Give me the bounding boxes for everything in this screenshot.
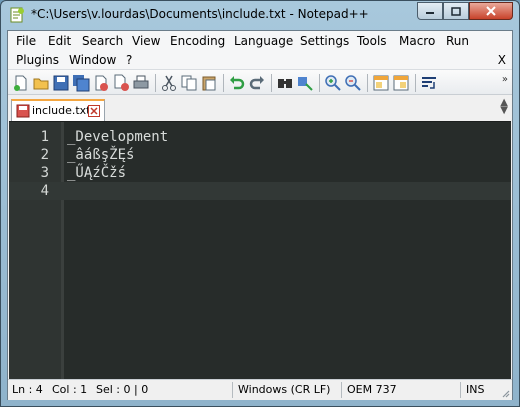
menu-language[interactable]: Language bbox=[234, 34, 293, 48]
menu-help[interactable]: ? bbox=[126, 53, 132, 67]
toolbar-separator bbox=[223, 74, 224, 92]
status-column: Col : 1 bbox=[52, 383, 88, 396]
menu-search[interactable]: Search bbox=[82, 34, 123, 48]
word-wrap-icon[interactable] bbox=[420, 74, 438, 92]
menu-settings[interactable]: Settings bbox=[300, 34, 349, 48]
line-text[interactable]: _âáßşŽĘś bbox=[67, 146, 134, 164]
menu-edit[interactable]: Edit bbox=[48, 34, 71, 48]
line-text[interactable]: _ŰĄźČžś bbox=[67, 164, 126, 182]
sync-vertical-icon[interactable] bbox=[372, 74, 390, 92]
line-number: 4 bbox=[40, 183, 49, 199]
menu-plugins[interactable]: Plugins bbox=[16, 53, 59, 67]
copy-icon[interactable] bbox=[180, 74, 198, 92]
new-file-icon[interactable] bbox=[12, 74, 30, 92]
maximize-icon bbox=[451, 6, 461, 16]
window-controls bbox=[417, 2, 513, 20]
status-encoding[interactable]: OEM 737 bbox=[347, 383, 397, 396]
status-eol[interactable]: Windows (CR LF) bbox=[238, 383, 330, 396]
menu-tools[interactable]: Tools bbox=[357, 34, 387, 48]
close-window-button[interactable] bbox=[469, 2, 513, 20]
editor-current-line[interactable]: 4 bbox=[9, 182, 511, 200]
replace-icon[interactable] bbox=[296, 74, 314, 92]
toolbar-overflow-icon[interactable]: » bbox=[502, 74, 508, 85]
save-icon[interactable] bbox=[52, 74, 70, 92]
client-area: File Edit Search View Encoding Language … bbox=[7, 30, 513, 400]
notepadpp-app-icon bbox=[10, 7, 24, 23]
zoom-out-icon[interactable] bbox=[344, 74, 362, 92]
toolbar-separator bbox=[319, 74, 320, 92]
menu-window[interactable]: Window bbox=[69, 53, 116, 67]
close-document-button[interactable]: X bbox=[498, 53, 506, 67]
close-icon[interactable] bbox=[92, 74, 110, 92]
status-selection: Sel : 0 | 0 bbox=[96, 383, 149, 396]
save-all-icon[interactable] bbox=[72, 74, 90, 92]
editor-line[interactable]: 3 _ŰĄźČžś bbox=[9, 164, 511, 182]
menu-bar: File Edit Search View Encoding Language … bbox=[8, 31, 512, 69]
toolbar-separator bbox=[415, 74, 416, 92]
maximize-button[interactable] bbox=[443, 2, 469, 20]
toolbar-separator bbox=[271, 74, 272, 92]
unsaved-file-icon bbox=[16, 104, 30, 118]
undo-icon[interactable] bbox=[228, 74, 246, 92]
tab-close-button[interactable] bbox=[88, 105, 100, 117]
status-separator bbox=[460, 382, 461, 398]
status-separator bbox=[232, 382, 233, 398]
close-all-icon[interactable] bbox=[112, 74, 130, 92]
menu-encoding[interactable]: Encoding bbox=[170, 34, 225, 48]
toolbar-separator bbox=[155, 74, 156, 92]
title-bar[interactable]: *C:\Users\v.lourdas\Documents\include.tx… bbox=[1, 1, 519, 29]
menu-macro[interactable]: Macro bbox=[399, 34, 435, 48]
status-insert-mode: INS bbox=[466, 383, 485, 396]
line-number: 3 bbox=[40, 165, 49, 181]
menu-run[interactable]: Run bbox=[446, 34, 469, 48]
open-file-icon[interactable] bbox=[32, 74, 50, 92]
status-separator bbox=[341, 382, 342, 398]
editor-line[interactable]: 1 _Development bbox=[9, 128, 511, 146]
line-number: 2 bbox=[40, 147, 49, 163]
resize-grip-icon[interactable] bbox=[500, 388, 510, 398]
tab-scroll-arrows[interactable]: ▲ ▼ bbox=[500, 98, 508, 116]
toolbar: » bbox=[8, 69, 512, 95]
menu-view[interactable]: View bbox=[132, 34, 160, 48]
editor-line[interactable]: 2 _âáßşŽĘś bbox=[9, 146, 511, 164]
window-title: *C:\Users\v.lourdas\Documents\include.tx… bbox=[31, 7, 369, 21]
close-icon bbox=[486, 6, 496, 16]
print-icon[interactable] bbox=[132, 74, 150, 92]
line-number: 1 bbox=[40, 129, 49, 145]
cut-icon[interactable] bbox=[160, 74, 178, 92]
notepadpp-window: *C:\Users\v.lourdas\Documents\include.tx… bbox=[0, 0, 520, 407]
find-icon[interactable] bbox=[276, 74, 294, 92]
editor-area[interactable]: 1 _Development 2 _âáßşŽĘś 3 _ŰĄźČžś 4 bbox=[9, 121, 511, 379]
minimize-button[interactable] bbox=[417, 2, 443, 20]
chevron-down-icon[interactable]: ▼ bbox=[500, 106, 508, 116]
tab-bar: include.txt ▲ ▼ bbox=[8, 95, 512, 121]
sync-horizontal-icon[interactable] bbox=[392, 74, 410, 92]
tab-include-txt[interactable]: include.txt bbox=[11, 99, 105, 121]
paste-icon[interactable] bbox=[200, 74, 218, 92]
tab-label: include.txt bbox=[32, 104, 91, 117]
status-bar: Ln : 4 Col : 1 Sel : 0 | 0 Windows (CR L… bbox=[8, 379, 512, 400]
zoom-in-icon[interactable] bbox=[324, 74, 342, 92]
toolbar-separator bbox=[367, 74, 368, 92]
line-text[interactable]: _Development bbox=[67, 128, 168, 146]
redo-icon[interactable] bbox=[248, 74, 266, 92]
close-icon bbox=[90, 107, 98, 115]
minimize-icon bbox=[426, 12, 434, 14]
menu-file[interactable]: File bbox=[16, 34, 36, 48]
status-line: Ln : 4 bbox=[12, 383, 43, 396]
